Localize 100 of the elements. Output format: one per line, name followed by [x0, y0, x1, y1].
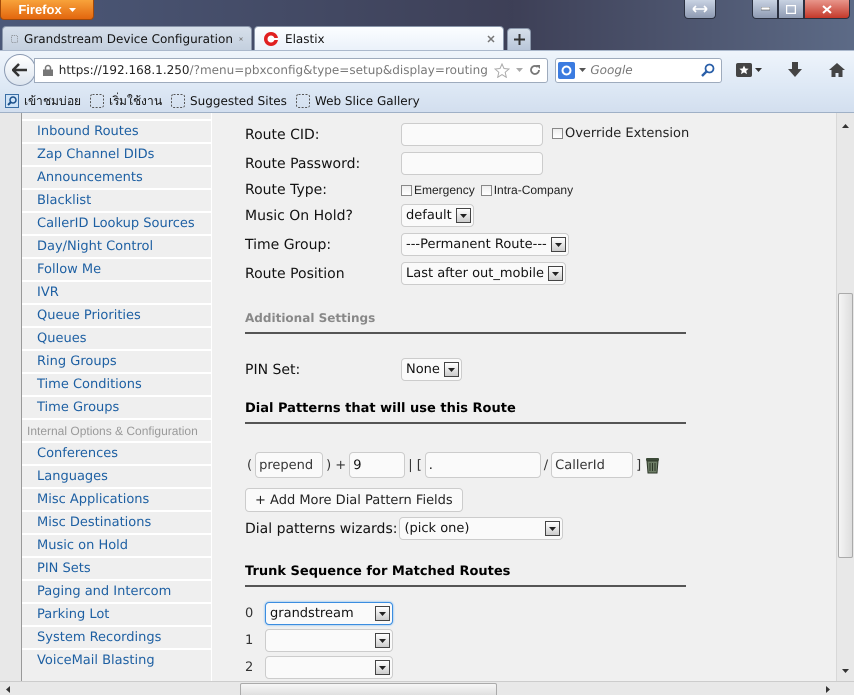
sidebar-link[interactable]: VoiceMail Blasting: [22, 648, 211, 671]
row-index: 1: [245, 633, 253, 648]
new-tab-button[interactable]: [507, 28, 531, 50]
trunk-dropdown[interactable]: [265, 629, 393, 652]
add-pattern-button[interactable]: + Add More Dial Pattern Fields: [245, 488, 463, 512]
back-button[interactable]: [4, 54, 36, 86]
field-label: PIN Set:: [245, 362, 302, 378]
page-icon: [171, 94, 185, 108]
sidebar-link[interactable]: PIN Sets: [22, 556, 211, 579]
section-heading: Additional Settings: [245, 311, 376, 325]
sidebar-link[interactable]: Paging and Intercom: [22, 579, 211, 602]
checkbox-label: Emergency: [414, 183, 475, 197]
resize-button[interactable]: [684, 0, 716, 19]
field-label: Music On Hold?: [245, 208, 354, 224]
browser-tab[interactable]: Elastix: [254, 26, 504, 50]
sidebar-link[interactable]: Languages: [22, 464, 211, 487]
prefix-field[interactable]: 9: [349, 452, 406, 478]
page-icon: [296, 94, 310, 108]
sidebar-link[interactable]: Announcements: [22, 165, 211, 188]
bookmark-link[interactable]: เริ่มใช้งาน: [90, 91, 162, 110]
separator-text: ) +: [326, 458, 346, 472]
trunk-dropdown[interactable]: [265, 656, 393, 679]
page-icon: [90, 94, 104, 108]
sidebar-link[interactable]: IVR: [22, 280, 211, 303]
back-arrow-icon: [12, 63, 28, 77]
dropdown[interactable]: Last after out_mobile: [401, 262, 566, 285]
prepend-field[interactable]: prepend: [255, 452, 324, 478]
scrollbar-thumb[interactable]: [838, 293, 853, 558]
scroll-up-icon[interactable]: [842, 124, 849, 128]
close-icon: [822, 4, 832, 14]
scroll-left-icon[interactable]: [6, 686, 10, 693]
checkbox[interactable]: [401, 184, 412, 196]
search-engine-icon[interactable]: [558, 62, 576, 78]
checkbox[interactable]: [552, 128, 563, 139]
field-label: Time Group:: [245, 236, 332, 252]
sidebar-link[interactable]: Inbound Routes: [22, 119, 211, 142]
bookmark-link[interactable]: เข้าชมบ่อย: [5, 91, 81, 110]
minimize-button[interactable]: [752, 0, 778, 19]
search-icon[interactable]: [700, 63, 715, 77]
sidebar-link[interactable]: Blacklist: [22, 188, 211, 211]
sidebar-link[interactable]: Misc Destinations: [22, 510, 211, 533]
caret-icon: [579, 68, 586, 72]
sidebar-link[interactable]: CallerID Lookup Sources: [22, 211, 211, 234]
sidebar-link[interactable]: Time Conditions: [22, 372, 211, 395]
text-field[interactable]: [401, 123, 543, 146]
checkbox[interactable]: [480, 184, 492, 196]
sidebar-link[interactable]: Day/Night Control: [22, 234, 211, 257]
dropdown[interactable]: ---Permanent Route---: [401, 233, 569, 256]
scrollbar-thumb[interactable]: [240, 683, 497, 695]
section-heading: Dial Patterns that will use this Route: [245, 401, 516, 416]
sidebar-link[interactable]: Misc Applications: [22, 487, 211, 510]
checkbox-label: Override Extension: [565, 126, 690, 141]
logo-icon: [263, 30, 279, 46]
bookmark-link[interactable]: Web Slice Gallery: [296, 94, 420, 108]
trunk-dropdown[interactable]: grandstream: [265, 602, 393, 625]
sidebar-link[interactable]: Queue Priorities: [22, 303, 211, 326]
trash-icon[interactable]: [644, 456, 662, 474]
sidebar-link[interactable]: Ring Groups: [22, 349, 211, 372]
dropdown[interactable]: (pick one): [399, 517, 564, 540]
address-field[interactable]: https://192.168.1.250/?menu=pbxconfig&type=setup&display=routing: [34, 58, 548, 82]
browser-tab[interactable]: Grandstream Device Configuration: [2, 26, 252, 50]
row-index: 0: [245, 606, 253, 621]
row-index: 2: [245, 660, 253, 675]
dropdown[interactable]: default: [401, 204, 474, 227]
sidebar-link[interactable]: Zap Channel DIDs: [22, 142, 211, 165]
search-icon: [5, 94, 19, 108]
close-button[interactable]: [804, 0, 850, 19]
separator-text: /: [544, 458, 548, 472]
sidebar-link[interactable]: System Recordings: [22, 625, 211, 648]
close-icon[interactable]: [238, 34, 243, 42]
vertical-scrollbar[interactable]: [836, 113, 854, 681]
plus-icon: [514, 34, 524, 45]
caret-icon: [549, 526, 556, 530]
minimize-icon: [760, 7, 770, 11]
caret-icon: [379, 666, 386, 670]
sidebar-link[interactable]: Queues: [22, 326, 211, 349]
reload-icon[interactable]: [529, 64, 542, 76]
resize-icon: [692, 5, 708, 13]
star-icon[interactable]: [494, 62, 510, 78]
match-pattern-field[interactable]: .: [424, 452, 541, 478]
sidebar-link[interactable]: Follow Me: [22, 257, 211, 280]
scroll-down-icon[interactable]: [842, 669, 849, 673]
field-label: Route Position: [245, 266, 346, 282]
sidebar-link[interactable]: Music on Hold: [22, 533, 211, 556]
sidebar-link[interactable]: Time Groups: [22, 395, 211, 418]
sidebar-link[interactable]: Parking Lot: [22, 602, 211, 625]
bookmark-link[interactable]: Suggested Sites: [171, 94, 287, 108]
caret-icon: [448, 368, 455, 372]
maximize-icon: [786, 4, 796, 14]
field-label: Route CID:: [245, 126, 320, 142]
separator-text: (: [247, 458, 252, 472]
dropdown[interactable]: None: [401, 358, 462, 381]
close-icon[interactable]: [487, 34, 495, 42]
callerid-field[interactable]: CallerId: [551, 452, 634, 478]
caret-icon: [379, 638, 386, 642]
search-field[interactable]: Google: [555, 58, 722, 82]
maximize-button[interactable]: [778, 0, 804, 19]
scroll-right-icon[interactable]: [826, 686, 830, 693]
sidebar-link[interactable]: Conferences: [22, 441, 211, 464]
text-field[interactable]: [401, 152, 543, 175]
